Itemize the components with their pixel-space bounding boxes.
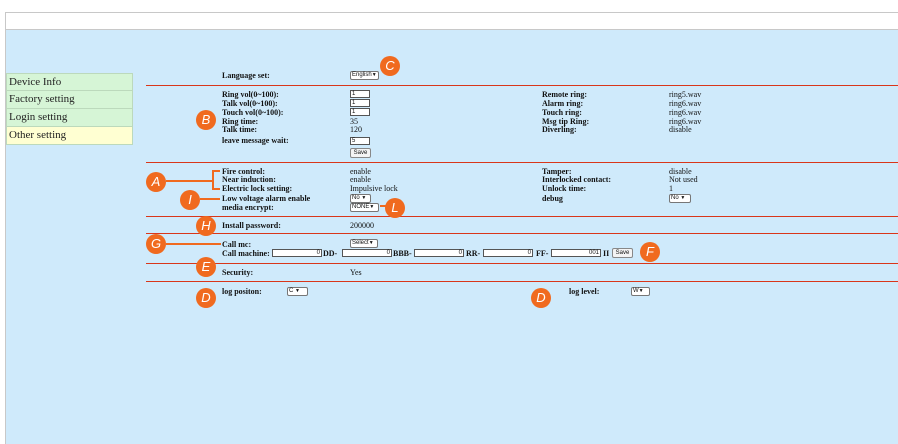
leave-message-label: leave message wait: [222, 136, 289, 145]
alarm-ring-label: Alarm ring: [542, 99, 584, 108]
annotation-badge-b: B [196, 110, 216, 130]
security-label: Security: [222, 268, 254, 277]
low-voltage-label: Low voltage alarm enable [222, 194, 311, 203]
annotation-badge-g: G [146, 234, 166, 254]
touch-ring-value: ring6.wav [669, 108, 702, 117]
divider [146, 281, 898, 282]
rr-label: RR- [466, 249, 481, 258]
touch-ring-label: Touch ring: [542, 108, 582, 117]
media-encrypt-select[interactable]: NONE▼ [350, 203, 379, 212]
talk-vol-label: Talk vol(0~100): [222, 99, 278, 108]
diverling-label: Diverling: [542, 125, 577, 134]
ring-vol-input[interactable]: 1 [350, 90, 370, 98]
annotation-badge-l: L [385, 198, 405, 218]
log-level-select[interactable]: W▼ [631, 287, 650, 296]
call-machine-label: Call machine: [222, 249, 270, 258]
debug-select[interactable]: No ▼ [669, 194, 691, 203]
near-induction-value: enable [350, 175, 371, 184]
divider [146, 216, 898, 217]
dd-input[interactable]: 0 [342, 249, 392, 257]
chevron-down-icon: ▼ [368, 240, 374, 246]
interlocked-contact-label: Interlocked contact: [542, 175, 612, 184]
divider [146, 85, 898, 86]
annotation-badge-e: E [196, 257, 216, 277]
install-password-label: Install password: [222, 221, 281, 230]
alarm-ring-value: ring6.wav [669, 99, 702, 108]
rr-input[interactable]: 0 [483, 249, 533, 257]
divider [146, 263, 898, 264]
annotation-connector [212, 170, 220, 172]
annotation-badge-d: D [531, 288, 551, 308]
diverling-value: disable [669, 125, 692, 134]
electric-lock-label: Electric lock setting: [222, 184, 293, 193]
top-bar [5, 12, 898, 30]
annotation-badge-f: F [640, 242, 660, 262]
annotation-badge-a: A [146, 172, 166, 192]
ring-vol-label: Ring vol(0~100): [222, 90, 279, 99]
electric-lock-value: Impulsive lock [350, 184, 398, 193]
sidebar-item-device-info[interactable]: Device Info [6, 73, 133, 91]
call-save-button[interactable]: Save [612, 248, 633, 258]
chevron-down-icon: ▼ [638, 288, 644, 294]
talk-vol-input[interactable]: 1 [350, 99, 370, 107]
dd-label: DD- [323, 249, 338, 258]
security-value: Yes [350, 268, 362, 277]
ff-input[interactable]: 001 [551, 249, 601, 257]
annotation-badge-c: C [380, 56, 400, 76]
annotation-badge-d: D [196, 288, 216, 308]
log-position-label: log positon: [222, 287, 262, 296]
leave-message-input[interactable]: 5 [350, 137, 370, 145]
debug-label: debug [542, 194, 563, 203]
ff-label: FF- [536, 249, 549, 258]
near-induction-label: Near induction: [222, 175, 276, 184]
bbb-input[interactable]: 0 [414, 249, 464, 257]
language-select[interactable]: English▼ [350, 71, 379, 80]
call-mc-label: Call mc: [222, 240, 252, 249]
sidebar: Device Info Factory setting Login settin… [6, 73, 133, 145]
sidebar-item-other-setting[interactable]: Other setting [6, 127, 133, 145]
media-encrypt-label: media encrypt: [222, 203, 274, 212]
chevron-down-icon: ▼ [361, 195, 367, 201]
remote-ring-label: Remote ring: [542, 90, 588, 99]
log-level-label: log level: [569, 287, 600, 296]
touch-vol-input[interactable]: 1 [350, 108, 370, 116]
install-password-value: 200000 [350, 221, 374, 230]
divider [146, 233, 898, 234]
chevron-down-icon: ▼ [371, 72, 377, 78]
log-position-select[interactable]: C ▼ [287, 287, 308, 296]
remote-ring-value: ring5.wav [669, 90, 702, 99]
call-machine-input[interactable]: 0 [272, 249, 322, 257]
sidebar-item-factory-setting[interactable]: Factory setting [6, 91, 133, 109]
divider [146, 162, 898, 163]
bbb-label: BBB- [393, 249, 412, 258]
annotation-connector [166, 243, 221, 245]
interlocked-contact-value: Not used [669, 175, 698, 184]
annotation-connector [212, 188, 220, 190]
talk-time-value: 120 [350, 125, 362, 134]
call-mc-select[interactable]: Select▼ [350, 239, 378, 248]
content-frame [5, 30, 898, 444]
chevron-down-icon: ▼ [295, 288, 300, 294]
talk-time-label: Talk time: [222, 125, 258, 134]
chevron-down-icon: ▼ [369, 204, 375, 210]
sidebar-item-login-setting[interactable]: Login setting [6, 109, 133, 127]
annotation-connector [166, 180, 212, 182]
ii-label: II [603, 249, 610, 258]
language-label: Language set: [222, 71, 270, 80]
touch-vol-label: Touch vol(0~100): [222, 108, 284, 117]
low-voltage-select[interactable]: No ▼ [350, 194, 371, 203]
annotation-connector [200, 198, 220, 200]
annotation-badge-h: H [196, 216, 216, 236]
unlock-time-value: 1 [669, 184, 673, 193]
annotation-connector [212, 170, 214, 190]
annotation-badge-i: I [180, 190, 200, 210]
chevron-down-icon: ▼ [680, 195, 686, 201]
unlock-time-label: Unlock time: [542, 184, 587, 193]
ring-save-button[interactable]: Save [350, 148, 371, 158]
